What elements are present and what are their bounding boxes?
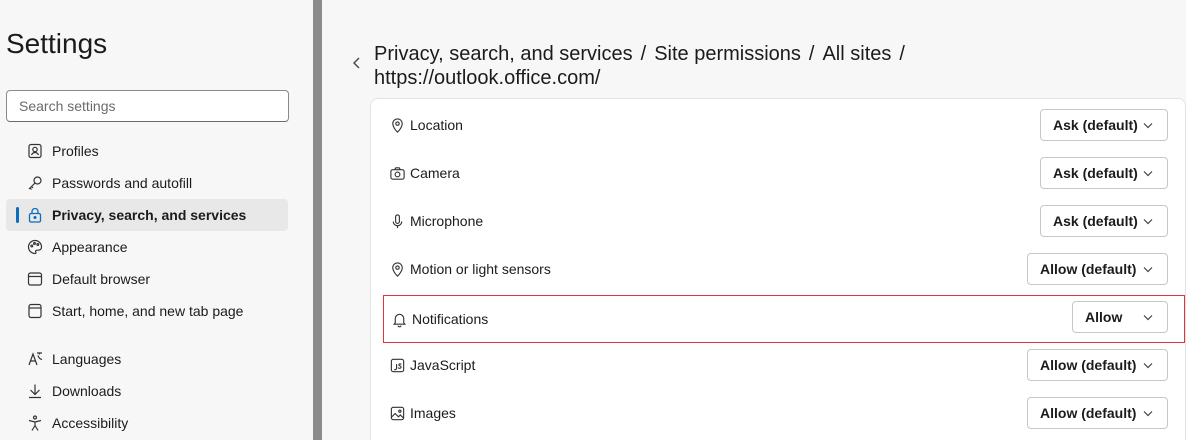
motion-sensors-dropdown[interactable]: Allow (default): [1027, 253, 1168, 285]
permission-label: Location: [410, 117, 463, 133]
profile-icon: [26, 142, 44, 160]
location-icon: [388, 116, 406, 134]
palette-icon: [26, 238, 44, 256]
microphone-icon: [388, 212, 406, 230]
breadcrumb-separator: /: [808, 43, 815, 65]
browser-icon: [26, 270, 44, 288]
search-settings-input[interactable]: [6, 90, 289, 122]
javascript-dropdown[interactable]: Allow (default): [1027, 349, 1168, 381]
sidebar-item-label: Default browser: [52, 271, 151, 287]
chevron-down-icon: [1143, 411, 1153, 417]
dropdown-value: Ask (default): [1053, 117, 1138, 133]
bell-icon: [390, 310, 408, 328]
sidebar-item-label: Downloads: [52, 383, 122, 399]
permission-label: Images: [410, 405, 456, 421]
permission-label: JavaScript: [410, 357, 476, 373]
dropdown-value: Allow (default): [1040, 405, 1137, 421]
sidebar-title: Settings: [6, 28, 108, 59]
sidebar-item-label: Passwords and autofill: [52, 175, 193, 191]
location-dropdown[interactable]: Ask (default): [1040, 109, 1168, 141]
sidebar-divider[interactable]: [313, 0, 322, 440]
sidebar-item-label: Appearance: [52, 239, 128, 255]
sensor-icon: [388, 260, 406, 278]
javascript-icon: [388, 356, 406, 374]
key-icon: [26, 174, 44, 192]
sidebar-item-label: Start, home, and new tab page: [52, 303, 244, 319]
dropdown-value: Allow (default): [1040, 261, 1137, 277]
chevron-down-icon: [1143, 171, 1153, 177]
sidebar-item-passwords[interactable]: Passwords and autofill: [6, 167, 288, 199]
camera-icon: [388, 164, 406, 182]
settings-sidebar: Settings Profiles Passwords and autofill…: [0, 0, 313, 440]
sidebar-item-label: Accessibility: [52, 415, 129, 431]
sidebar-item-accessibility[interactable]: Accessibility: [6, 407, 288, 439]
breadcrumb-separator: /: [899, 43, 905, 65]
sidebar-item-privacy[interactable]: Privacy, search, and services: [6, 199, 288, 231]
breadcrumb-site-url: https://outlook.office.com/: [374, 67, 601, 89]
sidebar-item-label: Privacy, search, and services: [52, 207, 247, 223]
home-page-icon: [26, 302, 44, 320]
breadcrumb-site-permissions[interactable]: Site permissions: [654, 43, 801, 65]
permission-label: Motion or light sensors: [410, 261, 551, 277]
dropdown-value: Ask (default): [1053, 213, 1138, 229]
lock-icon: [26, 206, 44, 224]
sidebar-item-start-home[interactable]: Start, home, and new tab page: [6, 295, 288, 327]
chevron-down-icon: [1143, 219, 1153, 225]
notifications-dropdown[interactable]: Allow: [1072, 301, 1168, 333]
sidebar-item-profiles[interactable]: Profiles: [6, 135, 288, 167]
sidebar-item-languages[interactable]: Languages: [6, 343, 288, 375]
chevron-left-icon: [353, 57, 360, 69]
permission-label: Camera: [410, 165, 460, 181]
breadcrumb-separator: /: [640, 43, 647, 65]
download-icon: [26, 382, 44, 400]
chevron-down-icon: [1143, 315, 1153, 321]
image-icon: [388, 404, 406, 422]
breadcrumb-privacy[interactable]: Privacy, search, and services: [374, 43, 633, 65]
permission-label: Microphone: [410, 213, 484, 229]
dropdown-value: Allow: [1085, 309, 1123, 325]
chevron-down-icon: [1143, 363, 1153, 369]
sidebar-item-label: Languages: [52, 351, 122, 367]
breadcrumb-all-sites[interactable]: All sites: [822, 43, 891, 65]
sidebar-item-label: Profiles: [52, 143, 99, 159]
permission-label: Notifications: [412, 311, 489, 327]
chevron-down-icon: [1143, 267, 1153, 273]
language-icon: [26, 350, 44, 368]
dropdown-value: Allow (default): [1040, 357, 1137, 373]
sidebar-item-default-browser[interactable]: Default browser: [6, 263, 288, 295]
camera-dropdown[interactable]: Ask (default): [1040, 157, 1168, 189]
dropdown-value: Ask (default): [1053, 165, 1138, 181]
microphone-dropdown[interactable]: Ask (default): [1040, 205, 1168, 237]
images-dropdown[interactable]: Allow (default): [1027, 397, 1168, 429]
permission-row-notifications: Notifications: [383, 295, 1185, 343]
sidebar-item-downloads[interactable]: Downloads: [6, 375, 288, 407]
sidebar-item-appearance[interactable]: Appearance: [6, 231, 288, 263]
back-button[interactable]: [350, 55, 364, 71]
breadcrumb: Privacy, search, and services / Site permi…: [374, 42, 954, 90]
chevron-down-icon: [1143, 123, 1153, 129]
accessibility-icon: [26, 414, 44, 432]
